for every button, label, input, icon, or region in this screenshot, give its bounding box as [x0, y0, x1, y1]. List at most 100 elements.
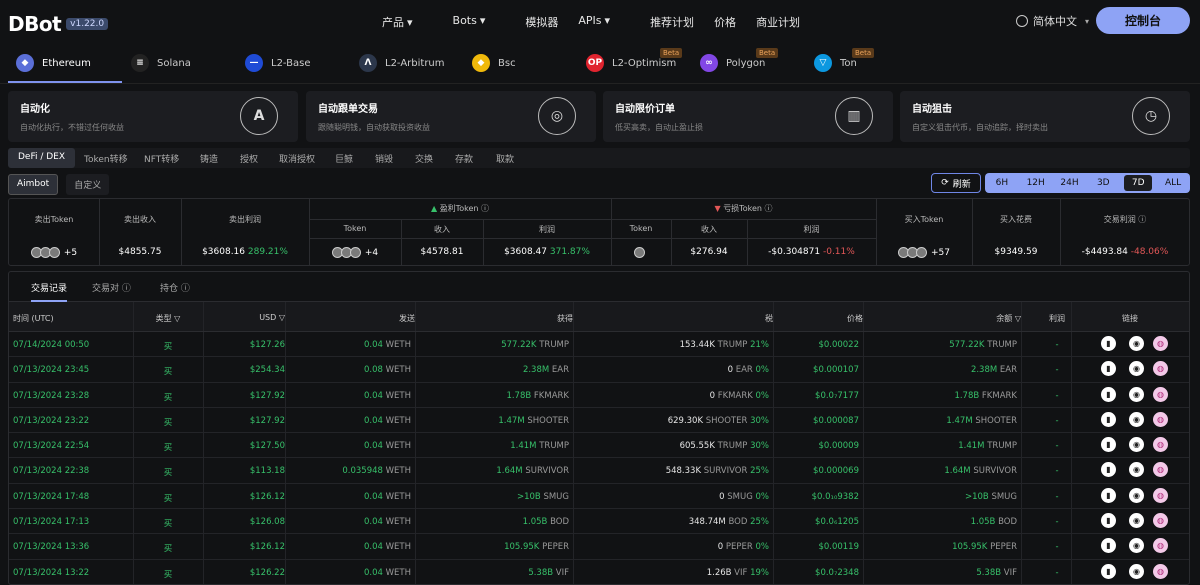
table-row[interactable]: 07/13/2024 13:36 买 $126.12 0.04 WETH 105.95K… [9, 534, 1189, 560]
chain-tab-l2-base[interactable]: — L2-Base [245, 54, 311, 72]
chart-link-icon[interactable]: ▮ [1101, 462, 1116, 478]
dex-link-icon[interactable]: ◍ [1153, 437, 1168, 453]
chart-link-icon[interactable]: ▮ [1101, 411, 1116, 427]
dex-link-icon[interactable]: ◍ [1153, 563, 1168, 579]
explorer-link-icon[interactable]: ◉ [1129, 538, 1144, 554]
chart-link-icon[interactable]: ▮ [1101, 437, 1116, 453]
chain-tab-l2-optimism[interactable]: OP L2-Optimism Beta [586, 48, 683, 72]
chain-tab-ethereum[interactable]: ◆ Ethereum [16, 54, 91, 72]
explorer-link-icon[interactable]: ◉ [1129, 437, 1144, 453]
tab-2[interactable]: NFT转移 [144, 152, 179, 165]
col-header-0[interactable]: 时间 (UTC) [13, 313, 133, 324]
dex-link-icon[interactable]: ◍ [1153, 513, 1168, 529]
dex-link-icon[interactable]: ◍ [1153, 336, 1168, 351]
feature-card-1[interactable]: 自动跟单交易 跟随聪明钱，自动获取投资收益 ◎ [306, 91, 596, 142]
time-12H[interactable]: 12H [1019, 178, 1053, 188]
explorer-link-icon[interactable]: ◉ [1129, 563, 1144, 579]
dex-link-icon[interactable]: ◍ [1153, 411, 1168, 427]
tab-0[interactable]: DeFi / DEX [8, 148, 76, 168]
dex-link-icon[interactable]: ◍ [1153, 386, 1168, 402]
dex-link-icon[interactable]: ◍ [1153, 361, 1168, 377]
col-header-6[interactable]: 价格 [773, 313, 863, 324]
explorer-link-icon[interactable]: ◉ [1129, 487, 1144, 503]
trades-tab-0[interactable]: 交易记录 [31, 281, 68, 302]
refresh-button[interactable]: ⟳ 刷新 [931, 173, 981, 193]
tab-3[interactable]: 铸造 [200, 152, 218, 165]
chart-link-icon[interactable]: ▮ [1101, 336, 1116, 351]
tab-1[interactable]: Token转移 [84, 152, 128, 165]
tab-6[interactable]: 巨鲸 [335, 152, 353, 165]
filter-0[interactable]: Aimbot [8, 174, 59, 195]
table-row[interactable]: 07/14/2024 00:50 买 $127.26 0.04 WETH 577.22K… [9, 332, 1189, 358]
time-6H[interactable]: 6H [985, 178, 1019, 188]
col-header-2[interactable]: USD ▽ [203, 313, 285, 322]
nav-item-1[interactable]: Bots ▾ [453, 14, 506, 30]
col-header-3[interactable]: 发送 [285, 313, 415, 324]
feature-card-2[interactable]: 自动限价订单 低买高卖，自动止盈止损 ▥ [603, 91, 893, 142]
chain-tab-ton[interactable]: ▽ Ton Beta [814, 48, 875, 72]
receive-cell: 5.38B VIF [528, 567, 569, 578]
nav-item-2[interactable]: 模拟器 [525, 14, 558, 30]
chart-link-icon[interactable]: ▮ [1101, 513, 1116, 529]
table-row[interactable]: 07/13/2024 23:28 买 $127.92 0.04 WETH 1.78B F… [9, 382, 1189, 408]
explorer-link-icon[interactable]: ◉ [1129, 513, 1144, 529]
table-row[interactable]: 07/13/2024 17:13 买 $126.08 0.04 WETH 1.05B B… [9, 509, 1189, 535]
tab-5[interactable]: 取消授权 [279, 152, 315, 165]
sell-profit-header: 卖出利润 [229, 215, 261, 224]
language-selector[interactable]: 简体中文 ▾ [1016, 13, 1089, 29]
dex-link-icon[interactable]: ◍ [1153, 538, 1168, 554]
trades-tab-1[interactable]: 交易对 ⓘ [92, 281, 131, 294]
chart-link-icon[interactable]: ▮ [1101, 563, 1116, 579]
chart-link-icon[interactable]: ▮ [1101, 361, 1116, 377]
filter-1[interactable]: 自定义 [66, 174, 110, 195]
tab-4[interactable]: 授权 [240, 152, 258, 165]
table-row[interactable]: 07/13/2024 22:38 买 $113.18 0.035948 WETH 1.6… [9, 458, 1189, 484]
col-header-5[interactable]: 税 [573, 313, 773, 324]
nav-item-4[interactable]: 推荐计划 [650, 14, 694, 30]
chain-tab-solana[interactable]: ≡ Solana [131, 54, 191, 72]
chain-tab-polygon[interactable]: ∞ Polygon Beta [700, 48, 779, 72]
nav-item-3[interactable]: APIs ▾ [578, 14, 630, 30]
explorer-link-icon[interactable]: ◉ [1129, 411, 1144, 427]
tab-7[interactable]: 销毁 [375, 152, 393, 165]
tax-cell: 0 SMUG 0% [719, 491, 769, 502]
nav-item-5[interactable]: 价格 [714, 14, 736, 30]
time-24H[interactable]: 24H [1053, 178, 1087, 188]
tab-9[interactable]: 存款 [455, 152, 473, 165]
explorer-link-icon[interactable]: ◉ [1129, 361, 1144, 377]
explorer-link-icon[interactable]: ◉ [1129, 462, 1144, 478]
trades-tab-2[interactable]: 持仓 ⓘ [160, 281, 190, 294]
table-row[interactable]: 07/13/2024 23:22 买 $127.92 0.04 WETH 1.47M S… [9, 407, 1189, 434]
chain-tab-l2-arbitrum[interactable]: Λ L2-Arbitrum [359, 54, 445, 72]
chart-link-icon[interactable]: ▮ [1101, 386, 1116, 402]
dex-link-icon[interactable]: ◍ [1153, 487, 1168, 503]
nav-item-6[interactable]: 商业计划 [756, 14, 800, 30]
balance-cell: 2.38M EAR [970, 365, 1017, 376]
time-7D[interactable]: 7D [1124, 175, 1153, 191]
dex-link-icon[interactable]: ◍ [1153, 462, 1168, 478]
table-row[interactable]: 07/13/2024 23:45 买 $254.34 0.08 WETH 2.38M E… [9, 357, 1189, 383]
logo[interactable]: DBot v1.22.0 [8, 12, 109, 36]
explorer-link-icon[interactable]: ◉ [1129, 386, 1144, 402]
table-row[interactable]: 07/13/2024 17:48 买 $126.12 0.04 WETH >10B SM… [9, 483, 1189, 510]
col-header-7[interactable]: 余额 ▽ [863, 313, 1021, 324]
explorer-link-icon[interactable]: ◉ [1129, 336, 1144, 351]
feature-card-0[interactable]: 自动化 自动化执行，不错过任何收益 A [8, 91, 298, 142]
nav-item-0[interactable]: 产品 ▾ [382, 14, 433, 30]
table-row[interactable]: 07/13/2024 22:54 买 $127.50 0.04 WETH 1.41M T… [9, 433, 1189, 459]
col-header-1[interactable]: 类型 ▽ [133, 313, 203, 324]
table-row[interactable]: 07/13/2024 13:22 买 $126.22 0.04 WETH 5.38B V… [9, 559, 1189, 584]
chain-label: L2-Optimism [612, 57, 677, 69]
receive-cell: 1.64M SURVIVOR [496, 466, 569, 477]
time-ALL[interactable]: ALL [1156, 178, 1190, 188]
chart-link-icon[interactable]: ▮ [1101, 538, 1116, 554]
chain-tab-bsc[interactable]: ◆ Bsc [472, 54, 516, 72]
chain-polygon-icon: ∞ [700, 54, 718, 72]
time-3D[interactable]: 3D [1086, 178, 1120, 188]
console-button[interactable]: 控制台 [1096, 7, 1190, 34]
feature-card-3[interactable]: 自动狙击 自定义狙击代币，自动追踪，择时卖出 ◷ [900, 91, 1190, 142]
chart-link-icon[interactable]: ▮ [1101, 487, 1116, 503]
col-header-4[interactable]: 获得 [415, 313, 573, 324]
tab-8[interactable]: 交换 [415, 152, 433, 165]
tab-10[interactable]: 取款 [496, 152, 514, 165]
